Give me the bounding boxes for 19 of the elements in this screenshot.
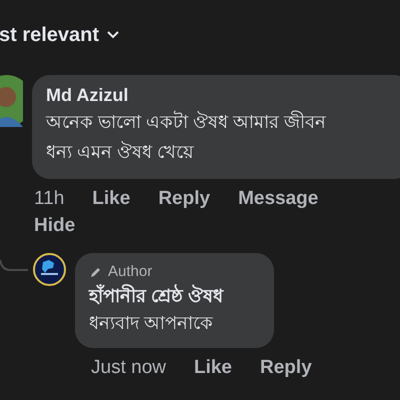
comment-text: ধন্য এমন ঔষধ খেয়ে xyxy=(46,140,196,164)
comment-action-link[interactable]: Like xyxy=(194,354,232,380)
comment-action-link[interactable]: Message xyxy=(238,185,318,212)
comment-time: 11h xyxy=(34,187,64,211)
commenter-name[interactable]: হাঁপানীর শ্রেষ্ঠ ঔষধ xyxy=(89,284,260,308)
commenter-name[interactable]: Md Azizul xyxy=(46,83,398,107)
pen-icon xyxy=(89,266,102,279)
comment-action-link[interactable]: Reply xyxy=(260,354,312,380)
comment-action-link[interactable]: Hide xyxy=(34,212,76,239)
comment-action-link[interactable]: Reply xyxy=(158,185,210,212)
comment-time: Just now xyxy=(91,356,166,380)
chevron-down-icon[interactable] xyxy=(107,31,120,39)
author-label: Author xyxy=(108,262,152,282)
thread-connector xyxy=(0,258,28,274)
page-avatar[interactable] xyxy=(33,253,66,286)
comment-text: অনেক ভালো একটা ঔষধ আমার জীবন xyxy=(46,110,328,134)
sort-label[interactable]: st relevant xyxy=(0,20,100,50)
comment-text: ধন্যবাদ আপনাকে xyxy=(89,312,214,334)
comment-action-link[interactable]: Like xyxy=(92,185,130,212)
